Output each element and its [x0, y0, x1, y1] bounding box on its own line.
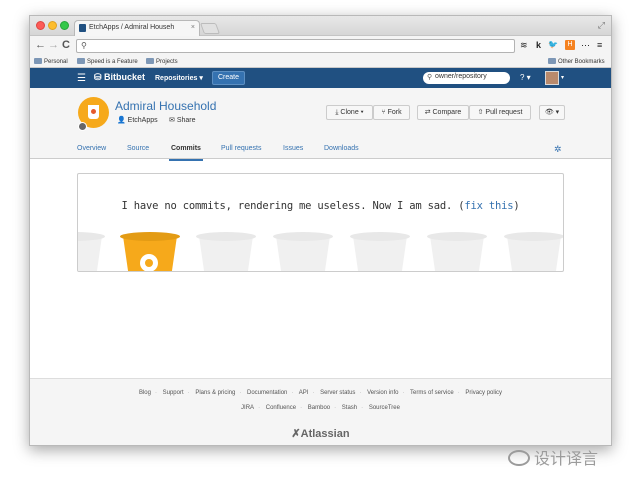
hn-extension-icon[interactable]: H — [565, 40, 575, 50]
close-window-button[interactable] — [36, 21, 45, 30]
compare-icon: ⇄ — [424, 109, 433, 116]
bookmark-speed[interactable]: Speed is a Feature — [77, 58, 138, 65]
footer-link[interactable]: JIRA — [241, 405, 254, 411]
other-bookmarks[interactable]: Other Bookmarks — [548, 58, 605, 65]
compare-button[interactable]: ⇄ Compare — [417, 105, 469, 120]
footer-link[interactable]: Bamboo — [308, 405, 330, 411]
footer-link[interactable]: Support — [163, 390, 184, 396]
tab-issues[interactable]: Issues — [283, 145, 303, 152]
tab-title: EtchApps / Admiral Househ — [89, 24, 175, 31]
watch-button[interactable]: 👁 ▾ — [539, 105, 565, 120]
tab-downloads[interactable]: Downloads — [324, 145, 359, 152]
bookmarks-bar: Personal Speed is a Feature Projects Oth… — [30, 56, 611, 68]
klout-extension-icon[interactable]: k — [536, 40, 541, 50]
address-bar[interactable]: ⚲ — [76, 39, 515, 53]
footer-link[interactable]: Plans & pricing — [195, 390, 235, 396]
forward-icon[interactable]: → — [48, 39, 59, 51]
bookmark-projects[interactable]: Projects — [146, 58, 178, 65]
browser-tab[interactable]: EtchApps / Admiral Househ × — [74, 20, 200, 36]
hamburger-menu-icon[interactable]: ☰ — [77, 73, 86, 84]
search-icon: ⚲ — [81, 41, 87, 50]
footer-links-primary: Blog · Support · Plans & pricing · Document… — [138, 390, 503, 396]
title-bar: EtchApps / Admiral Househ × ⤢ — [30, 16, 611, 36]
reload-icon[interactable]: C — [62, 39, 70, 51]
footer-link[interactable]: Server status — [320, 390, 355, 396]
empty-state-message: I have no commits, rendering me useless.… — [121, 200, 520, 212]
fix-this-link[interactable]: fix this — [464, 200, 513, 212]
share-link[interactable]: ✉ Share — [169, 116, 196, 124]
cup-icon — [88, 105, 99, 119]
gear-icon[interactable]: ✲ — [554, 144, 562, 155]
fullscreen-icon[interactable]: ⤢ — [598, 20, 605, 31]
footer-links-products: JIRA · Confluence · Bamboo · Stash · SourceT… — [241, 405, 400, 411]
repo-owner[interactable]: 👤 EtchApps — [117, 116, 158, 124]
footer-link[interactable]: SourceTree — [369, 405, 400, 411]
cast-extension-icon[interactable]: ⋯ — [581, 40, 590, 51]
folder-icon — [34, 58, 42, 64]
bucket-icon — [120, 232, 180, 271]
bucket-icon — [350, 232, 410, 271]
bucket-icon — [78, 232, 105, 271]
fork-button[interactable]: ⑂ Fork — [373, 105, 410, 120]
minimize-window-button[interactable] — [48, 21, 57, 30]
footer-link[interactable]: Confluence — [266, 405, 296, 411]
repo-header: Admiral Household 👤 EtchApps ✉ Share ⤓ C… — [30, 88, 611, 142]
create-button[interactable]: Create — [212, 71, 245, 85]
envelope-icon: ✉ — [169, 117, 177, 124]
buffer-extension-icon[interactable]: ≋ — [520, 40, 528, 51]
repositories-menu[interactable]: Repositories ▾ — [155, 74, 203, 82]
bucket-icon — [196, 232, 256, 271]
bucket-icon — [273, 232, 333, 271]
search-icon: ⚲ — [427, 74, 433, 81]
footer-link[interactable]: Terms of service — [410, 390, 454, 396]
footer-link[interactable]: Stash — [342, 405, 357, 411]
footer-link[interactable]: Version info — [367, 390, 398, 396]
empty-commits-panel: I have no commits, rendering me useless.… — [77, 173, 564, 272]
help-menu[interactable]: ? ▾ — [520, 73, 531, 82]
folder-icon — [548, 58, 556, 64]
atlassian-x-icon: ✗ — [291, 428, 301, 440]
browser-toolbar: ← → C ⚲ ≋ k 🐦 H ⋯ ≡ — [30, 36, 611, 56]
atlassian-logo[interactable]: ✗Atlassian — [30, 427, 611, 440]
back-icon[interactable]: ← — [35, 39, 46, 51]
tab-pull-requests[interactable]: Pull requests — [221, 145, 261, 152]
footer-link[interactable]: Blog — [139, 390, 151, 396]
watermark: 设计译言 — [508, 445, 598, 469]
repo-tabs: Overview Source Commits Pull requests Is… — [30, 142, 611, 161]
tab-close-icon[interactable]: × — [191, 24, 195, 31]
zoom-window-button[interactable] — [60, 21, 69, 30]
user-icon: 👤 — [117, 117, 128, 124]
tab-overview[interactable]: Overview — [77, 145, 106, 152]
bitbucket-favicon-icon — [79, 24, 86, 32]
chevron-down-icon[interactable]: ▾ — [561, 74, 564, 81]
footer-link[interactable]: Documentation — [247, 390, 287, 396]
twitter-extension-icon[interactable]: 🐦 — [548, 40, 558, 49]
bucket-icon — [427, 232, 487, 271]
bookmark-personal[interactable]: Personal — [34, 58, 68, 65]
pull-request-button[interactable]: ⇧ Pull request — [469, 105, 531, 120]
folder-icon — [146, 58, 154, 64]
user-avatar[interactable] — [545, 71, 559, 85]
tab-source[interactable]: Source — [127, 145, 149, 152]
repo-name[interactable]: Admiral Household — [115, 99, 216, 113]
browser-window: EtchApps / Admiral Househ × ⤢ ← → C ⚲ ≋ … — [29, 15, 612, 446]
folder-icon — [77, 58, 85, 64]
search-placeholder: owner/repository — [435, 73, 487, 80]
repo-search-input[interactable]: ⚲ owner/repository — [423, 72, 510, 84]
bitbucket-logo[interactable]: ⛁ Bitbucket — [94, 72, 145, 83]
wechat-icon — [508, 450, 530, 466]
clone-button[interactable]: ⤓ Clone ▾ — [326, 105, 373, 120]
new-tab-button[interactable] — [199, 23, 221, 34]
footer: Blog · Support · Plans & pricing · Document… — [30, 378, 611, 445]
bucket-icon — [504, 232, 563, 271]
lock-icon — [78, 122, 87, 131]
menu-icon[interactable]: ≡ — [597, 40, 602, 50]
tab-commits[interactable]: Commits — [169, 145, 203, 161]
footer-link[interactable]: API — [299, 390, 309, 396]
bitbucket-header: ☰ ⛁ Bitbucket Repositories ▾ Create ⚲ ow… — [30, 68, 611, 88]
footer-link[interactable]: Privacy policy — [465, 390, 502, 396]
